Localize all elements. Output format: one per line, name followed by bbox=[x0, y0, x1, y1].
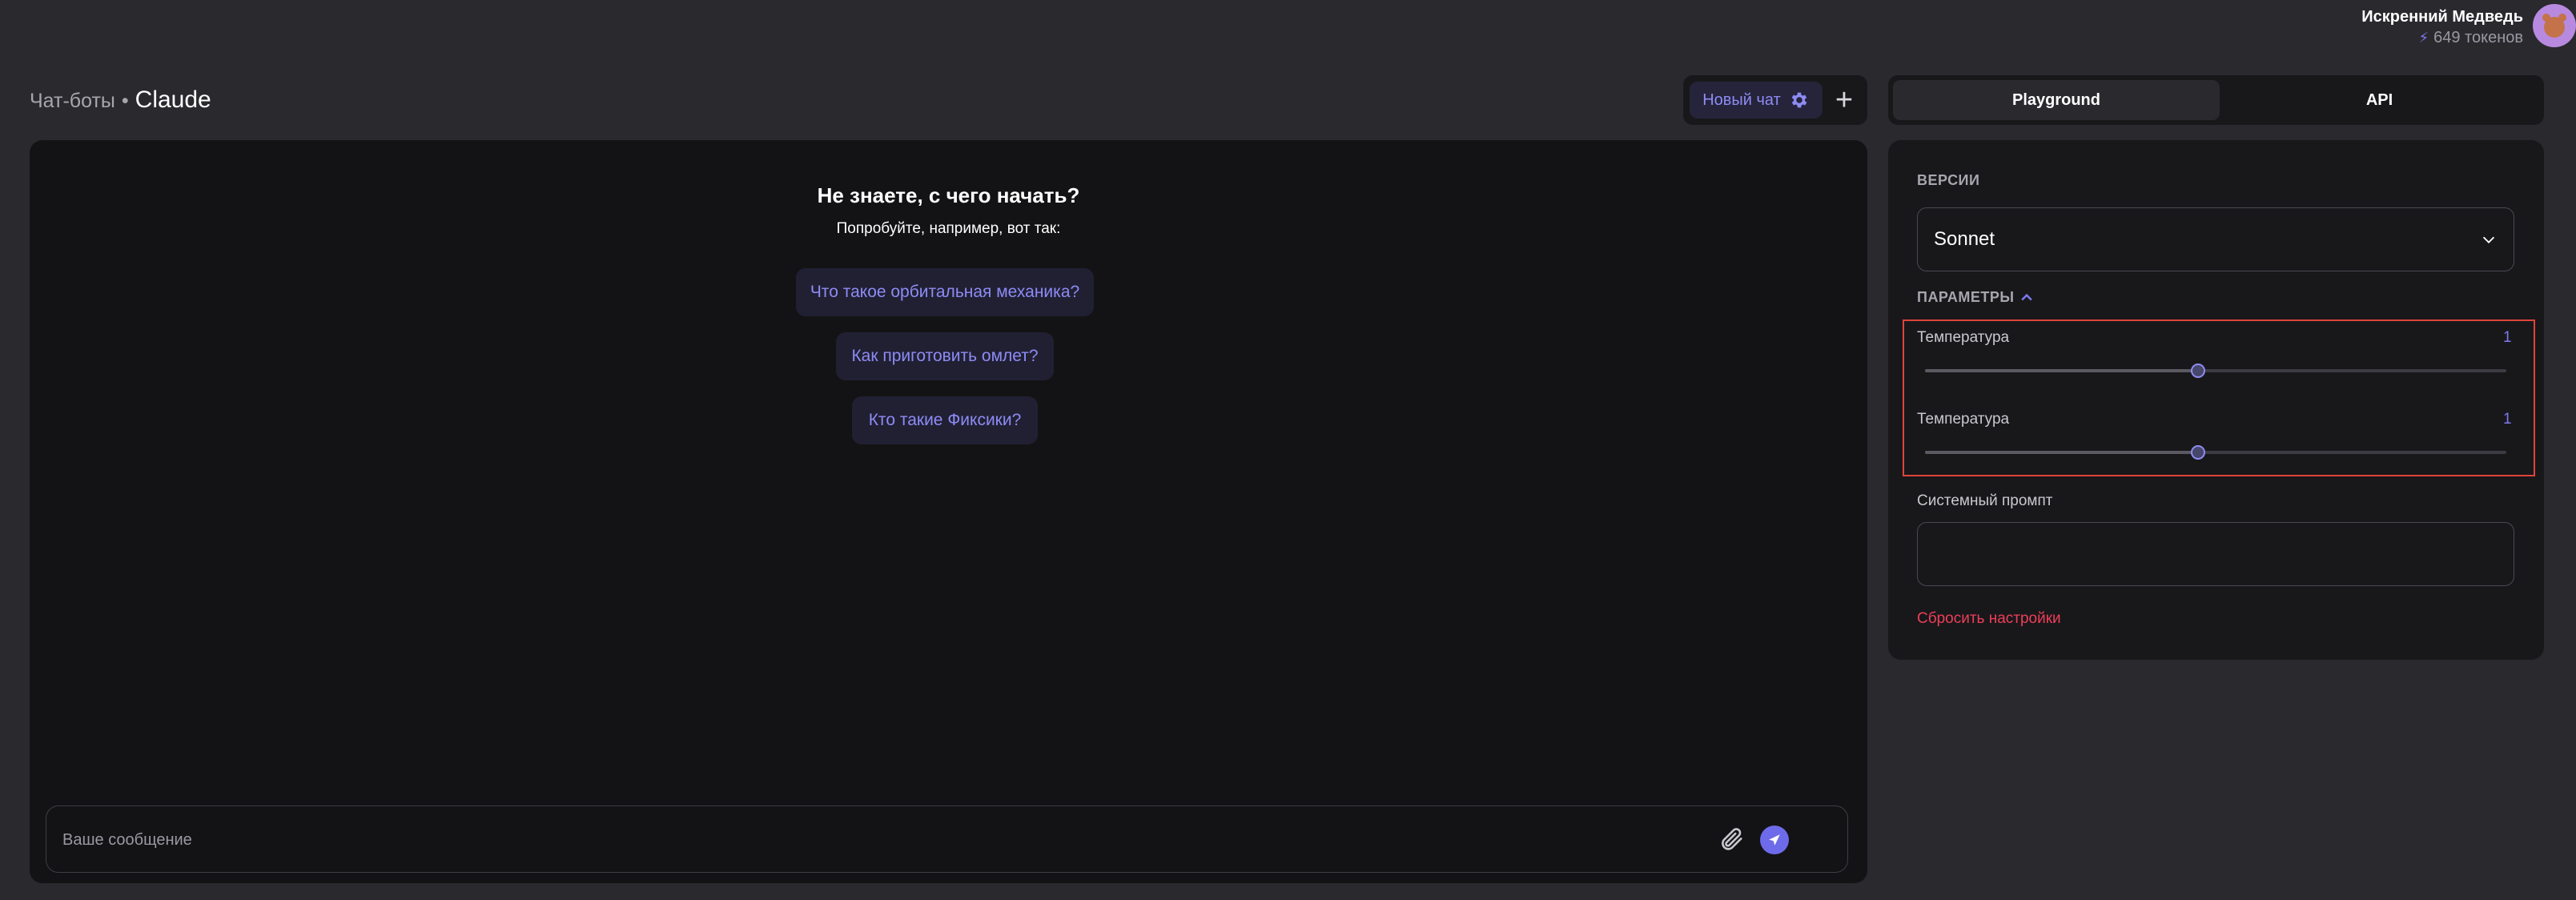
mode-tabs: Playground API bbox=[1888, 75, 2544, 125]
message-composer bbox=[46, 806, 1848, 873]
slider-track[interactable] bbox=[1925, 369, 2506, 372]
bear-face-icon bbox=[2544, 17, 2565, 38]
params-label: ПАРАМЕТРЫ bbox=[1917, 289, 2015, 305]
bolt-icon: ⚡ bbox=[2418, 30, 2429, 46]
params-toggle[interactable]: ПАРАМЕТРЫ bbox=[1917, 289, 2035, 306]
page-title: Claude bbox=[135, 86, 211, 113]
paperclip-icon[interactable] bbox=[1718, 826, 1746, 853]
send-button[interactable] bbox=[1760, 826, 1789, 854]
user-name: Искренний Медведь bbox=[2361, 8, 2523, 26]
empty-state-subtitle: Попробуйте, например, вот так: bbox=[836, 220, 1061, 237]
breadcrumb-separator: • bbox=[121, 90, 129, 112]
slider-track[interactable] bbox=[1925, 451, 2506, 454]
suggestion-button[interactable]: Как приготовить омлет? bbox=[836, 332, 1054, 380]
plus-icon[interactable]: + bbox=[1827, 83, 1861, 117]
system-prompt-input[interactable] bbox=[1917, 522, 2514, 586]
breadcrumb: Чат-боты • Claude bbox=[30, 86, 211, 114]
message-input[interactable] bbox=[61, 821, 1666, 859]
token-balance: ⚡ 649 токенов bbox=[2361, 27, 2523, 48]
chat-controls: Новый чат + bbox=[1683, 75, 1867, 125]
gear-icon[interactable] bbox=[1789, 90, 1810, 110]
version-select[interactable]: Sonnet bbox=[1917, 207, 2514, 271]
tab-playground[interactable]: Playground bbox=[1893, 80, 2220, 120]
system-prompt-label: Системный промпт bbox=[1917, 492, 2053, 509]
slider-value: 1 bbox=[2503, 411, 2512, 428]
tab-api[interactable]: API bbox=[2220, 80, 2539, 120]
suggestion-button[interactable]: Кто такие Фиксики? bbox=[852, 396, 1038, 444]
slider-value: 1 bbox=[2503, 329, 2512, 346]
empty-state-title: Не знаете, с чего начать? bbox=[817, 183, 1080, 207]
chevron-up-icon bbox=[2021, 293, 2033, 300]
versions-label: ВЕРСИИ bbox=[1917, 172, 1980, 188]
slider-label: Температура bbox=[1917, 329, 2010, 346]
chat-panel: Не знаете, с чего начать? Попробуйте, на… bbox=[30, 140, 1867, 883]
user-info: Искренний Медведь ⚡ 649 токенов bbox=[2361, 6, 2523, 48]
settings-panel: ВЕРСИИ Sonnet ПАРАМЕТРЫ Температура 1 Те… bbox=[1888, 140, 2544, 660]
slider-label: Температура bbox=[1917, 411, 2010, 428]
avatar[interactable] bbox=[2533, 4, 2576, 47]
breadcrumb-parent[interactable]: Чат-боты bbox=[30, 90, 115, 113]
slider-fill bbox=[1925, 451, 2199, 454]
send-icon bbox=[1769, 834, 1780, 846]
reset-settings-link[interactable]: Сбросить настройки bbox=[1917, 610, 2061, 628]
selected-version: Sonnet bbox=[1934, 228, 1995, 250]
token-count: 649 токенов bbox=[2433, 29, 2523, 46]
slider-fill bbox=[1925, 369, 2199, 372]
new-chat-label: Новый чат bbox=[1702, 90, 1781, 109]
suggestion-button[interactable]: Что такое орбитальная механика? bbox=[796, 268, 1094, 316]
new-chat-button[interactable]: Новый чат bbox=[1690, 82, 1822, 119]
chevron-down-icon bbox=[2482, 236, 2495, 243]
